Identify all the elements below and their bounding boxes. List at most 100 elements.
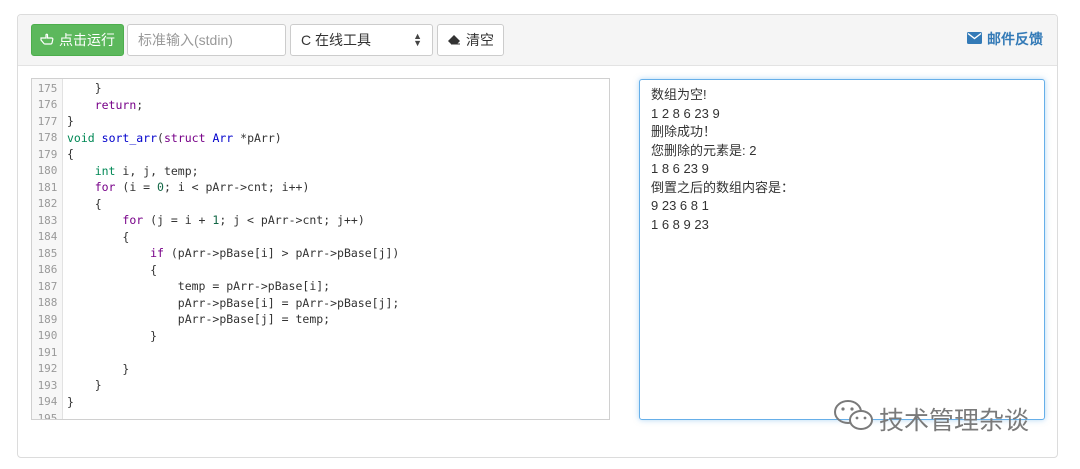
line-number: 185 (37, 246, 58, 260)
code-token: if (150, 246, 164, 261)
line-number: 192 (37, 362, 58, 376)
output-line: 1 6 8 9 23 (651, 216, 709, 232)
code-text: pArr->pBase[i] = pArr->pBase[j]; (63, 295, 400, 310)
code-text: for (i = 0; i < pArr->cnt; i++) (63, 180, 310, 195)
code-token: ; j < pArr->cnt; j++) (219, 213, 365, 228)
code-line: 180 int i, j, temp; (32, 163, 609, 180)
code-token: 0 (157, 180, 164, 195)
code-text: { (63, 263, 157, 277)
code-token: void (67, 130, 95, 145)
toolbar: 点击运行 C 在线工具 ▲▼ 清空 邮件反馈 (18, 15, 1057, 66)
language-select[interactable]: C 在线工具 ▲ ▼ (290, 24, 433, 56)
code-text: { (63, 147, 74, 161)
code-text: } (63, 329, 157, 343)
output-line: 9 23 6 8 1 (651, 198, 709, 213)
code-token: } (67, 394, 74, 409)
code-line: 188 pArr->pBase[i] = pArr->pBase[j]; (32, 295, 609, 312)
output-textarea[interactable]: 数组为空! 1 2 8 6 23 9 删除成功！ 您删除的元素是: 2 1 8 6 23… (639, 79, 1045, 420)
code-editor[interactable]: 175 } 176 return; 177} 178 void sort_arr(str… (31, 78, 610, 420)
code-text: } (63, 395, 74, 409)
email-feedback-link[interactable]: 邮件反馈 (967, 29, 1043, 49)
run-button[interactable]: 点击运行 (31, 24, 124, 56)
line-number: 187 (37, 279, 58, 293)
code-text: } (63, 81, 102, 95)
code-token: Arr (212, 130, 234, 145)
line-number: 180 (37, 164, 58, 178)
code-token: } (67, 328, 158, 343)
line-number: 186 (37, 263, 58, 277)
watermark: 技术管理杂谈 (833, 399, 1029, 439)
watermark-text: 技术管理杂谈 (879, 406, 1030, 435)
line-number: 183 (37, 213, 58, 227)
code-text: if (pArr->pBase[i] > pArr->pBase[j]) (63, 246, 399, 260)
code-text: pArr->pBase[j] = temp; (63, 312, 330, 326)
line-number: 188 (37, 296, 58, 310)
envelope-icon (967, 31, 982, 47)
code-line: 187 temp = pArr->pBase[i]; (32, 278, 609, 295)
line-number: 177 (37, 114, 58, 128)
code-text: temp = pArr->pBase[i]; (63, 279, 330, 293)
output-line: 数组为空! (651, 87, 707, 102)
code-line: 192 } (32, 361, 609, 378)
code-token: { (67, 262, 158, 277)
code-token: for (122, 213, 144, 228)
code-token: { (67, 196, 102, 211)
code-line: 178 void sort_arr(struct Arr *pArr) (32, 130, 609, 147)
code-text: return; (63, 98, 143, 112)
code-token: { (67, 147, 74, 162)
code-lines: 175 } 176 return; 177} 178 void sort_arr(str… (32, 80, 609, 419)
line-number: 189 (37, 312, 58, 326)
code-token: { (67, 229, 130, 244)
line-number: 181 (37, 180, 58, 194)
code-text: { (63, 197, 102, 211)
line-number: 184 (37, 230, 58, 244)
clear-button[interactable]: 清空 (437, 24, 504, 56)
code-text: } (63, 378, 102, 392)
line-number: 182 (37, 197, 58, 211)
code-text: for (j = i + 1; j < pArr->cnt; j++) (63, 213, 365, 228)
code-token: (j = i + (143, 213, 213, 228)
code-token: for (94, 180, 116, 195)
output-line: 删除成功！ (651, 124, 717, 139)
line-number: 190 (37, 329, 58, 343)
pointer-hand-icon (40, 32, 54, 48)
code-token: struct (163, 130, 206, 145)
code-token: } (67, 361, 130, 376)
code-line: 184 { (32, 229, 609, 246)
code-token: pArr->pBase[i] = pArr->pBase[j]; (67, 295, 400, 310)
clear-button-label: 清空 (466, 32, 494, 48)
code-text: } (63, 362, 129, 376)
code-text: } (63, 114, 74, 128)
output-line: 倒置之后的数组内容是： (651, 179, 795, 195)
code-line: 191 (32, 344, 609, 361)
line-number: 175 (37, 81, 58, 95)
tool-panel: 点击运行 C 在线工具 ▲▼ 清空 邮件反馈 175 }176 return;1… (17, 14, 1058, 458)
code-line: 177} (32, 113, 609, 130)
code-token: } (67, 378, 102, 393)
code-token: ; (136, 97, 144, 112)
line-number: 191 (37, 345, 58, 359)
language-select-value: C 在线工具 (301, 32, 371, 48)
code-token: int (94, 163, 116, 178)
code-token: return (94, 97, 137, 112)
code-line: 189 pArr->pBase[j] = temp; (32, 311, 609, 328)
code-token: } (67, 81, 102, 96)
output-line: 您删除的元素是: 2 (651, 142, 757, 158)
code-line: 176 return; (32, 97, 609, 114)
code-token: } (67, 114, 74, 129)
code-token: ( (157, 130, 164, 145)
code-line: 183 for (j = i + 1; j < pArr->cnt; j++) (32, 212, 609, 229)
line-number: 176 (37, 98, 58, 112)
code-text: void sort_arr(struct Arr *pArr) (63, 131, 282, 145)
code-token: sort_arr (101, 130, 158, 145)
code-line: 195 (32, 410, 609, 419)
stdin-input[interactable] (127, 24, 286, 56)
line-number: 194 (37, 395, 58, 409)
code-token: temp = pArr->pBase[i]; (67, 279, 331, 294)
output-line: 1 2 8 6 23 9 (651, 105, 720, 121)
